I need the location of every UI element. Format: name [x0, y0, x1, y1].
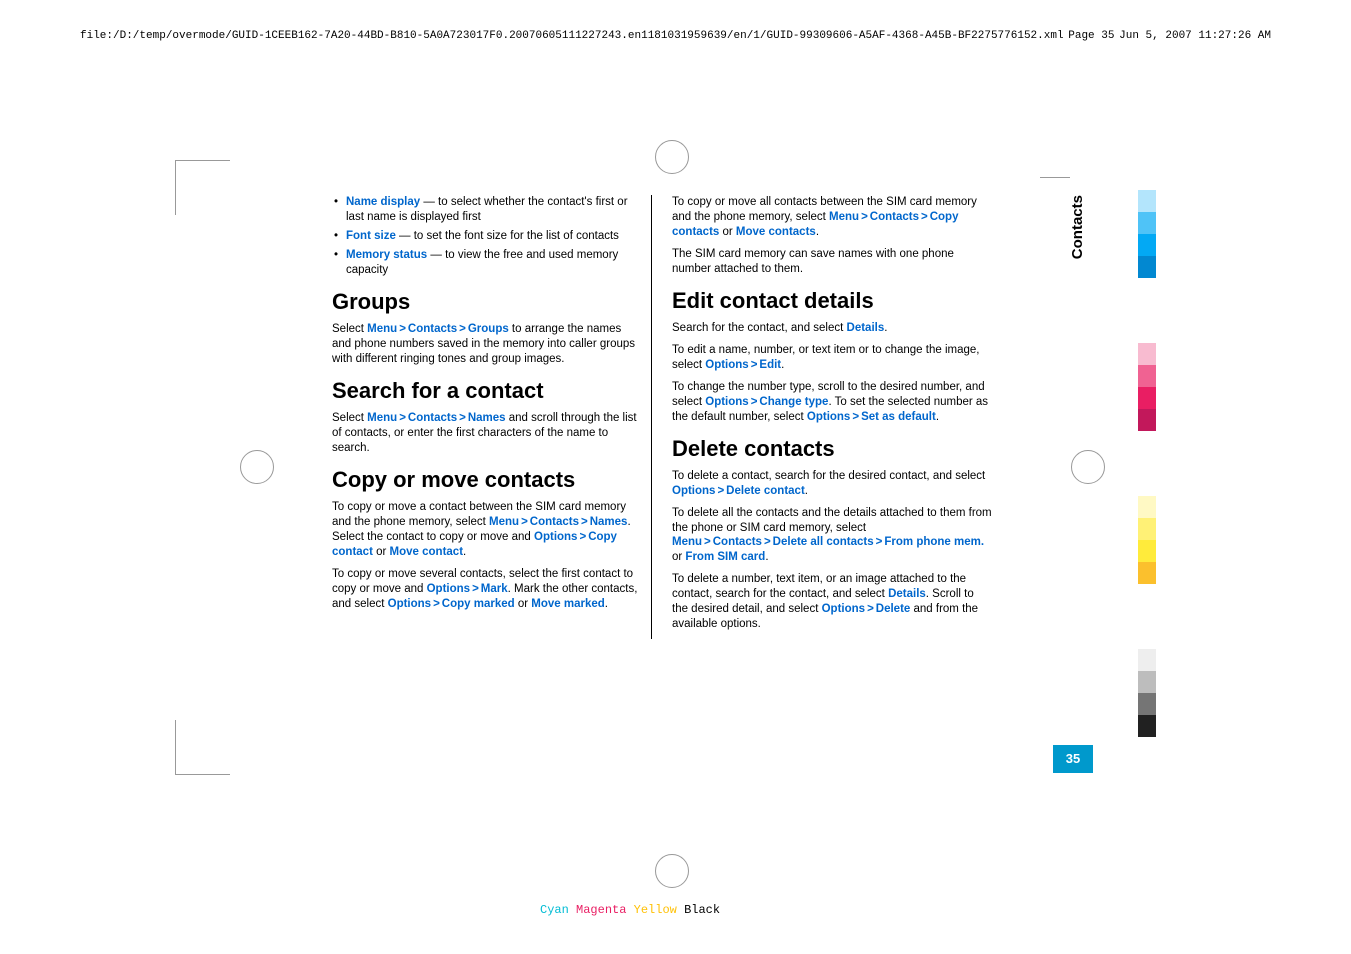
header-page: Page 35 [1068, 30, 1114, 42]
delete-paragraph-1: To delete a contact, search for the desi… [672, 469, 992, 499]
heading-delete: Delete contacts [672, 437, 992, 461]
copy-paragraph-2: To copy or move several contacts, select… [332, 567, 639, 612]
registration-mark-left [240, 450, 280, 490]
left-column: Name display — to select whether the con… [332, 195, 652, 639]
color-bar-yellow [1138, 540, 1156, 562]
delete-paragraph-2: To delete all the contacts and the detai… [672, 506, 992, 566]
side-tab: Contacts [1069, 195, 1086, 259]
color-bar-cyan-med [1138, 212, 1156, 234]
footer-colors: Cyan Magenta Yellow Black [540, 903, 720, 917]
copy-paragraph-1: To copy or move a contact between the SI… [332, 500, 639, 560]
header-path: file:/D:/temp/overmode/GUID-1CEEB162-7A2… [80, 30, 1064, 42]
header: file:/D:/temp/overmode/GUID-1CEEB162-7A2… [80, 30, 1271, 42]
color-bar-black-light [1138, 649, 1156, 671]
edit-paragraph-1: Search for the contact, and select Detai… [672, 321, 992, 336]
delete-paragraph-3: To delete a number, text item, or an ima… [672, 572, 992, 632]
color-bars [1138, 190, 1156, 802]
heading-groups: Groups [332, 290, 639, 314]
top-paragraph-2: The SIM card memory can save names with … [672, 247, 992, 277]
bullet-font-size: Font size — to set the font size for the… [346, 229, 639, 244]
crop-mark-bl [175, 720, 230, 775]
content-area: Name display — to select whether the con… [332, 195, 992, 639]
edit-paragraph-3: To change the number type, scroll to the… [672, 380, 992, 425]
footer-magenta: Magenta [576, 903, 626, 917]
heading-search: Search for a contact [332, 379, 639, 403]
crop-mark-tl [175, 160, 230, 215]
page-number: 35 [1053, 745, 1093, 773]
color-bar-cyan [1138, 234, 1156, 256]
color-bar-black-dark [1138, 715, 1156, 737]
edit-paragraph-2: To edit a name, number, or text item or … [672, 343, 992, 373]
crop-mark-tr [1040, 177, 1070, 178]
color-bar-yellow-dark [1138, 562, 1156, 584]
search-paragraph: Select Menu>Contacts>Names and scroll th… [332, 411, 639, 456]
color-bar-cyan-light [1138, 190, 1156, 212]
color-bar-magenta [1138, 387, 1156, 409]
heading-edit: Edit contact details [672, 289, 992, 313]
color-bar-magenta-light [1138, 343, 1156, 365]
footer-yellow: Yellow [634, 903, 677, 917]
registration-mark-top [655, 140, 695, 180]
footer-cyan: Cyan [540, 903, 569, 917]
footer-black: Black [684, 903, 720, 917]
color-bar-black-med [1138, 671, 1156, 693]
color-bar-magenta-dark [1138, 409, 1156, 431]
groups-paragraph: Select Menu>Contacts>Groups to arrange t… [332, 322, 639, 367]
header-date: Jun 5, 2007 11:27:26 AM [1119, 30, 1271, 42]
heading-copy: Copy or move contacts [332, 468, 639, 492]
bullet-name-display: Name display — to select whether the con… [346, 195, 639, 225]
right-column: To copy or move all contacts between the… [672, 195, 992, 639]
registration-mark-bottom [655, 854, 695, 894]
top-paragraph-1: To copy or move all contacts between the… [672, 195, 992, 240]
color-bar-yellow-med [1138, 518, 1156, 540]
color-bar-black [1138, 693, 1156, 715]
color-bar-cyan-dark [1138, 256, 1156, 278]
color-bar-magenta-med [1138, 365, 1156, 387]
bullet-memory-status: Memory status — to view the free and use… [346, 248, 639, 278]
registration-mark-right [1071, 450, 1111, 490]
color-bar-yellow-light [1138, 496, 1156, 518]
